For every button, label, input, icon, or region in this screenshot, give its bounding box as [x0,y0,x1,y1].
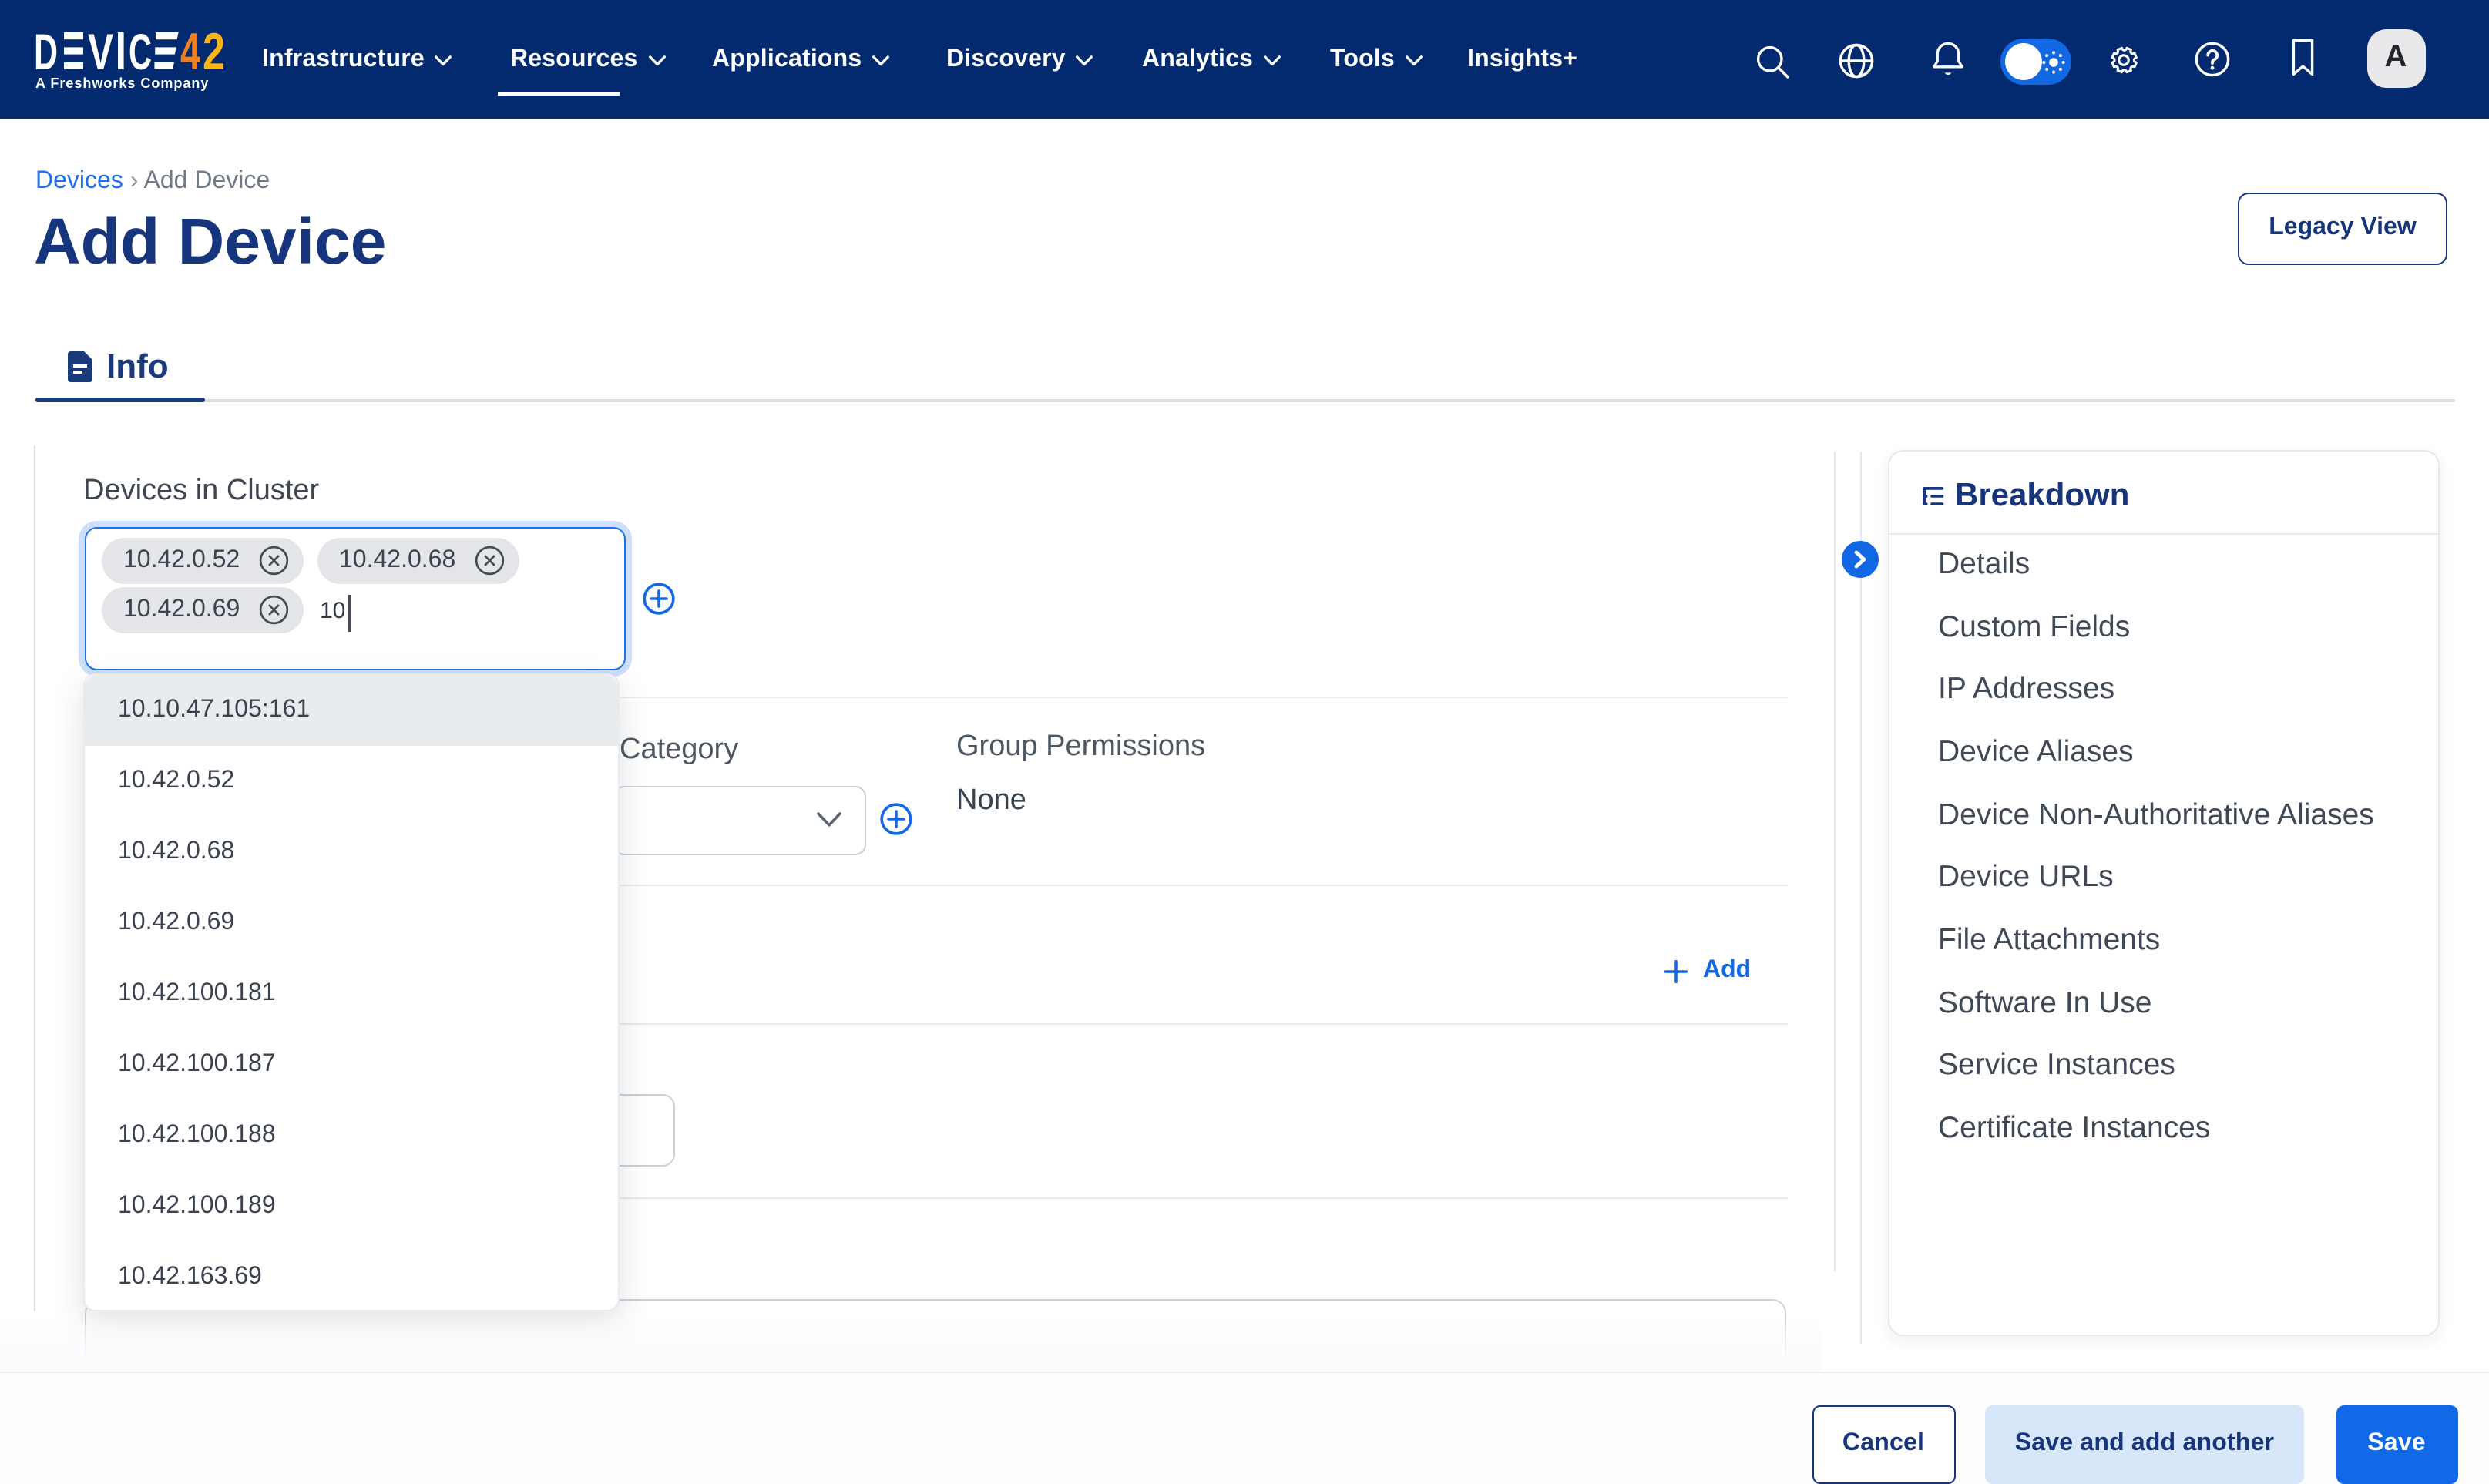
svg-text:D: D [34,32,58,71]
svg-text:2: 2 [203,32,225,71]
svg-text:C: C [129,32,152,71]
svg-text:4: 4 [180,32,200,71]
svg-text:V: V [88,32,113,71]
